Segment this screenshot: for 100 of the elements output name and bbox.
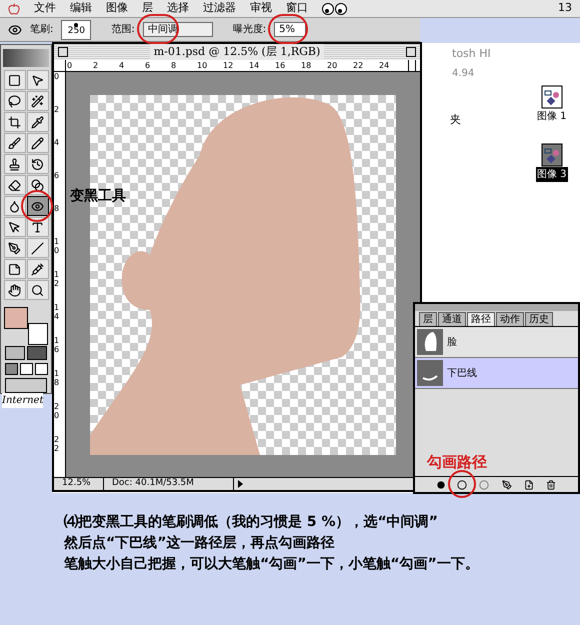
close-box-icon[interactable] [58, 47, 68, 57]
menu-item[interactable]: 图像 [106, 0, 128, 17]
line-icon [31, 242, 44, 255]
foreground-color-swatch[interactable] [4, 307, 28, 330]
menu-item[interactable]: 编辑 [70, 0, 92, 17]
eyedropper-icon [31, 116, 44, 129]
path-row[interactable]: 脸 [415, 327, 578, 358]
tool-button[interactable] [26, 175, 48, 196]
pen-icon [8, 242, 21, 255]
date-text: 4.94 [452, 67, 474, 81]
path-thumbnail-icon [417, 329, 443, 355]
path-thumbnail-icon [417, 360, 443, 386]
dropper-icon [31, 262, 44, 276]
tool-button[interactable] [26, 133, 48, 154]
window-title-behind: tosh HI [452, 46, 491, 62]
panel-tab[interactable]: 层 [419, 312, 437, 326]
screen-mode-button[interactable] [34, 363, 48, 376]
menu-item[interactable]: 文件 [34, 0, 56, 17]
panel-tab[interactable]: 通道 [438, 312, 466, 326]
menu-clock: 13 [558, 0, 572, 16]
tool-button[interactable] [26, 217, 48, 238]
exposure-field[interactable]: 5% [274, 22, 306, 37]
gradient-icon [31, 178, 44, 192]
screen-mode-button[interactable] [20, 363, 32, 376]
screen-mode-button[interactable] [4, 363, 18, 376]
standard-mode-button[interactable] [5, 346, 25, 360]
tool-button[interactable] [4, 259, 26, 280]
tool-button[interactable] [4, 238, 26, 258]
path-row[interactable]: 下巴线 [415, 358, 578, 389]
selection-icon[interactable] [479, 480, 490, 490]
brush-preview[interactable]: 250 [61, 20, 92, 40]
tool-button[interactable] [4, 70, 26, 90]
hand-icon [8, 284, 21, 297]
menu-item[interactable]: 审视 [250, 0, 272, 17]
menu-item[interactable]: 过滤器 [203, 0, 236, 17]
tool-button[interactable] [4, 175, 26, 196]
pencil-icon [31, 136, 44, 150]
marquee-icon [8, 74, 21, 87]
eyes-icon [322, 2, 348, 14]
tool-annotation: 变黑工具 [70, 186, 126, 206]
eraser-icon [8, 178, 21, 192]
tool-button[interactable] [26, 112, 48, 132]
left-ruler: 0 2 4 6 8 10 12 14 16 18 20 22 [54, 72, 66, 477]
panel-tab[interactable]: 历史 [525, 312, 553, 326]
work-path-icon[interactable] [502, 480, 512, 490]
stamp-icon [8, 158, 21, 171]
quick-mask-button[interactable] [27, 346, 47, 360]
tool-button[interactable] [4, 217, 26, 238]
wand-icon [31, 94, 44, 108]
tool-button[interactable] [26, 280, 48, 300]
new-path-icon[interactable] [524, 480, 534, 490]
caption-line: 笔触大小自己把握，可以大笔触“勾画”一下，小笔触“勾画”一下。 [64, 555, 479, 574]
eye-icon [31, 200, 44, 213]
range-select[interactable]: 中间调 [142, 22, 213, 37]
tool-button[interactable] [26, 238, 48, 258]
note-icon [8, 262, 21, 276]
caption-line: ⑷把变黑工具的笔刷调低（我的习惯是 5 %），选“中间调” [64, 512, 439, 532]
tool-button[interactable] [4, 196, 26, 216]
tool-button[interactable] [26, 196, 48, 216]
menu-item[interactable]: 选择 [167, 0, 189, 17]
menu-item[interactable]: 窗口 [286, 0, 308, 17]
tool-button[interactable] [26, 91, 48, 112]
image-file-icon[interactable] [540, 85, 563, 109]
folder-label: 夹 [450, 112, 461, 128]
text-cursor-icon [31, 220, 44, 234]
zoom-icon [31, 284, 44, 297]
trash-icon[interactable] [546, 480, 556, 490]
internet-label: Internet [2, 393, 44, 408]
pointer-icon [8, 220, 21, 234]
document-title: m-01.psd @ 12.5% (层 1,RGB) [150, 44, 324, 60]
tool-button[interactable] [4, 280, 26, 300]
zoom-box-icon[interactable] [406, 47, 416, 57]
burn-tool-icon [8, 22, 22, 36]
status-menu-arrow-icon[interactable] [238, 480, 243, 488]
stroke-path-icon[interactable] [457, 480, 468, 490]
brush-label: 笔刷: [30, 23, 54, 37]
tool-button[interactable] [4, 112, 26, 132]
jump-to-button[interactable] [5, 378, 47, 393]
panel-tab[interactable]: 动作 [496, 312, 524, 326]
drop-icon [8, 200, 21, 213]
tool-button[interactable] [4, 91, 26, 112]
image-file-icon[interactable] [540, 143, 563, 167]
fill-path-icon[interactable] [437, 480, 446, 488]
tool-button[interactable] [4, 154, 26, 174]
brush-icon [8, 136, 21, 150]
crop-icon [8, 116, 21, 129]
menu-item[interactable]: 层 [142, 0, 153, 17]
document-size: Doc: 40.1M/53.5M [104, 477, 234, 491]
exposure-label: 曝光度: [232, 22, 266, 37]
range-label: 范围: [111, 22, 135, 37]
stroke-annotation: 勾画路径 [426, 452, 488, 472]
apple-icon[interactable] [8, 2, 20, 14]
tool-button[interactable] [26, 259, 48, 280]
panel-tab[interactable]: 路径 [467, 312, 495, 326]
caption-line: 然后点“下巴线”这一路径层，再点勾画路径 [64, 534, 336, 553]
toolbox-logo [3, 49, 49, 68]
tool-button[interactable] [26, 70, 48, 90]
icon-label[interactable]: 图像 3 [536, 167, 568, 182]
tool-button[interactable] [26, 154, 48, 174]
tool-button[interactable] [4, 133, 26, 154]
